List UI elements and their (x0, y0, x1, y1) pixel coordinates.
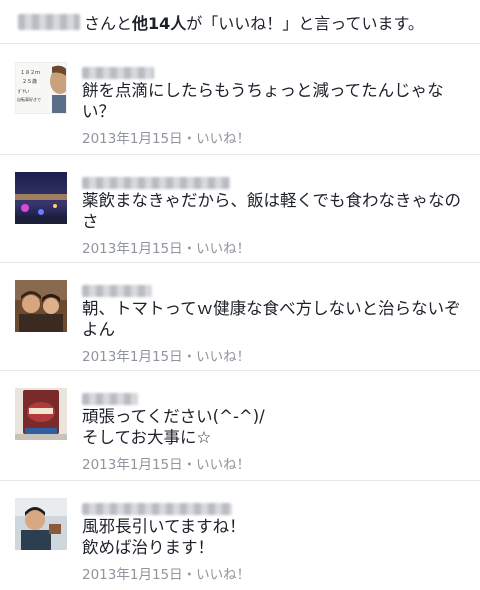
avatar[interactable] (15, 498, 67, 550)
meta-separator: ・ (182, 241, 197, 257)
avatar[interactable] (15, 388, 67, 440)
likes-summary[interactable]: さんと 他14人 が「いいね！」と言っています。 (0, 0, 480, 44)
comment-author-redacted[interactable] (82, 172, 468, 189)
comment-author-redacted[interactable] (82, 498, 468, 515)
comment-item: １８２ｍ ２５歳 ﾀﾞｻい 自転車好きで 餅を点滴にしたらもうちょっと減ってたん… (0, 45, 480, 155)
comment-item: 薬飲まなきゃだから、飯は軽くでも食わなきゃなのさ 2013年1月15日・いいね！ (0, 155, 480, 263)
comment-text: 薬飲まなきゃだから、飯は軽くでも食わなきゃなのさ (82, 191, 462, 231)
meta-separator: ・ (182, 349, 197, 365)
likes-text-mid: さんと (84, 13, 133, 33)
comment-text: 餅を点滴にしたらもうちょっと減ってたんじゃない？ (82, 81, 444, 121)
avatar[interactable]: １８２ｍ ２５歳 ﾀﾞｻい 自転車好きで (15, 62, 67, 114)
comment-author-redacted[interactable] (82, 280, 468, 297)
comment-text: 頑張ってください(^-^)/ そしてお大事に☆ (82, 407, 265, 447)
likes-others-count[interactable]: 他14人 (132, 10, 186, 34)
avatar-image (15, 498, 67, 550)
comment-date[interactable]: 2013年1月15日 (82, 349, 183, 365)
comment-author-redacted[interactable] (82, 62, 468, 79)
avatar[interactable] (15, 172, 67, 224)
comment-date[interactable]: 2013年1月15日 (82, 567, 183, 583)
avatar-image (15, 172, 67, 224)
avatar[interactable] (15, 280, 67, 332)
comment-date[interactable]: 2013年1月15日 (82, 131, 183, 147)
comment-author-redacted[interactable] (82, 388, 468, 405)
comment-item: 頑張ってください(^-^)/ そしてお大事に☆ 2013年1月15日・いいね！ (0, 371, 480, 481)
comment-meta: 2013年1月15日・いいね！ (82, 345, 468, 365)
svg-text:ﾀﾞｻい: ﾀﾞｻい (18, 88, 30, 95)
comment-meta: 2013年1月15日・いいね！ (82, 453, 468, 473)
comment-item: 朝、トマトってｗ健康な食べ方しないと治らないぞよん 2013年1月15日・いいね… (0, 263, 480, 371)
avatar-image (15, 280, 67, 332)
like-link[interactable]: いいね！ (196, 457, 250, 473)
svg-text:２５歳: ２５歳 (22, 78, 37, 85)
comment-text: 風邪長引いてますね！ 飲めば治ります！ (82, 517, 246, 557)
meta-separator: ・ (182, 131, 197, 147)
comment-date[interactable]: 2013年1月15日 (82, 241, 183, 257)
meta-separator: ・ (182, 567, 197, 583)
likes-text-tail: が「いいね！」と言っています。 (186, 13, 424, 33)
like-link[interactable]: いいね！ (196, 131, 250, 147)
like-link[interactable]: いいね！ (196, 567, 250, 583)
comment-meta: 2013年1月15日・いいね！ (82, 127, 468, 147)
avatar-image (15, 388, 67, 440)
comment-meta: 2013年1月15日・いいね！ (82, 237, 468, 257)
comment-meta: 2013年1月15日・いいね！ (82, 563, 468, 583)
liker-name-redacted (18, 13, 80, 30)
svg-text:自転車好きで: 自転車好きで (17, 96, 41, 102)
like-link[interactable]: いいね！ (196, 241, 250, 257)
like-link[interactable]: いいね！ (196, 349, 250, 365)
comment-text: 朝、トマトってｗ健康な食べ方しないと治らないぞよん (82, 299, 461, 339)
svg-text:１８２ｍ: １８２ｍ (20, 70, 40, 76)
meta-separator: ・ (182, 457, 197, 473)
avatar-image: １８２ｍ ２５歳 ﾀﾞｻい 自転車好きで (16, 63, 66, 113)
comment-item: 風邪長引いてますね！ 飲めば治ります！ 2013年1月15日・いいね！ (0, 481, 480, 590)
comment-date[interactable]: 2013年1月15日 (82, 457, 183, 473)
